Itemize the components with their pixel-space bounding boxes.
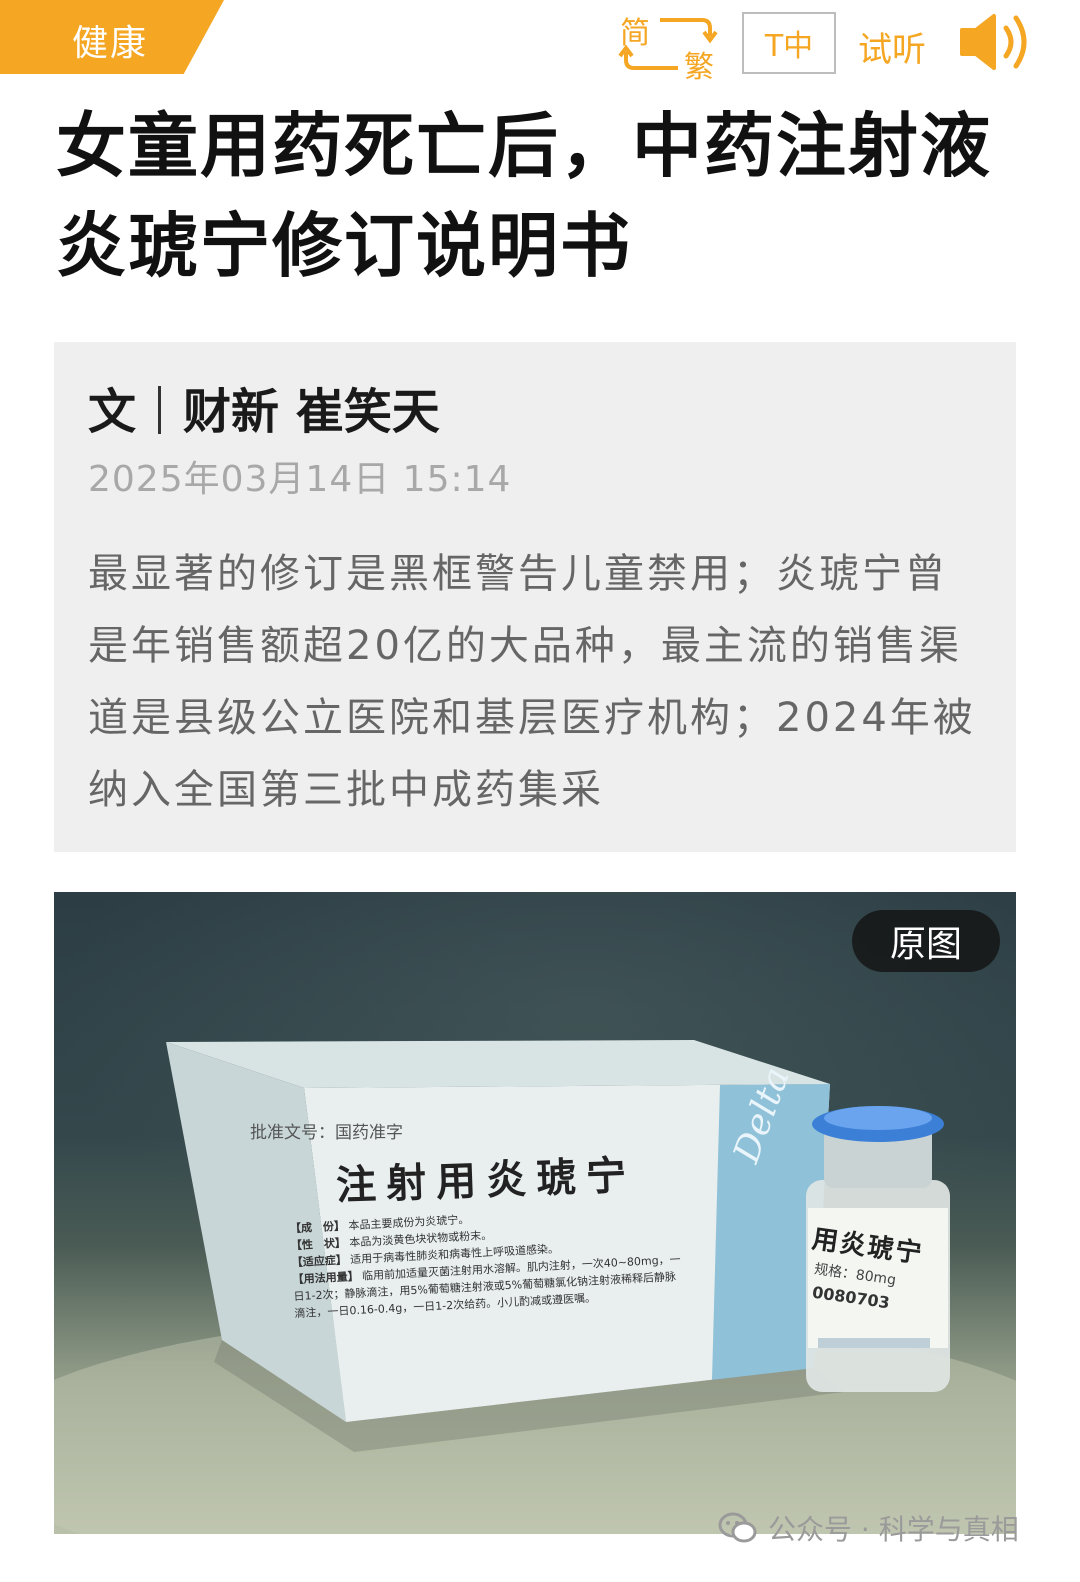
wechat-icon — [718, 1512, 757, 1543]
byline: 文财新 崔笑天 — [88, 372, 440, 442]
listen-button[interactable]: 试听 — [858, 22, 926, 71]
article-meta-box: 文财新 崔笑天 2025年03月14日 15:14 最显著的修订是黑框警告儿童禁… — [54, 342, 1016, 852]
article-photo[interactable]: 批准文号：国药准字 注射用炎琥宁 【成 份】 本品主要成份为炎琥宁。 【性 状】… — [54, 892, 1016, 1534]
byline-divider — [158, 386, 162, 434]
speaker-icon[interactable] — [956, 10, 1036, 74]
headline-line-1: 女童用药死亡后，中药注射液 — [56, 105, 992, 187]
article-headline: 女童用药死亡后，中药注射液 炎琥宁修订说明书 — [56, 96, 1036, 296]
view-original-button[interactable]: 原图 — [852, 910, 1000, 972]
box-info-table: 【成 份】 本品主要成份为炎琥宁。 【性 状】 本品为淡黄色块状物或粉末。 【适… — [290, 1200, 687, 1322]
byline-author: 财新 崔笑天 — [183, 384, 440, 440]
box-title-text: 注射用炎琥宁 — [335, 1151, 637, 1210]
article-summary: 最显著的修订是黑框警告儿童禁用；炎琥宁曾是年销售额超20亿的大品种，最主流的销售… — [88, 551, 976, 813]
watermark: 公众号 · 科学与真相 — [718, 1508, 1019, 1548]
traditional-label: 繁 — [684, 50, 714, 85]
headline-line-2: 炎琥宁修订说明书 — [56, 205, 632, 287]
simplified-label: 简 — [620, 16, 650, 51]
publish-date: 2025年03月14日 15:14 — [88, 459, 512, 500]
simplified-traditional-toggle[interactable]: 简 繁 — [616, 6, 726, 85]
byline-prefix: 文 — [88, 384, 137, 440]
category-tag[interactable]: 健康 — [0, 0, 224, 74]
watermark-text: 公众号 · 科学与真相 — [768, 1513, 1019, 1546]
category-label: 健康 — [72, 23, 149, 64]
font-size-button[interactable]: T中 — [742, 12, 836, 74]
box-approval-text: 批准文号：国药准字 — [250, 1123, 403, 1143]
